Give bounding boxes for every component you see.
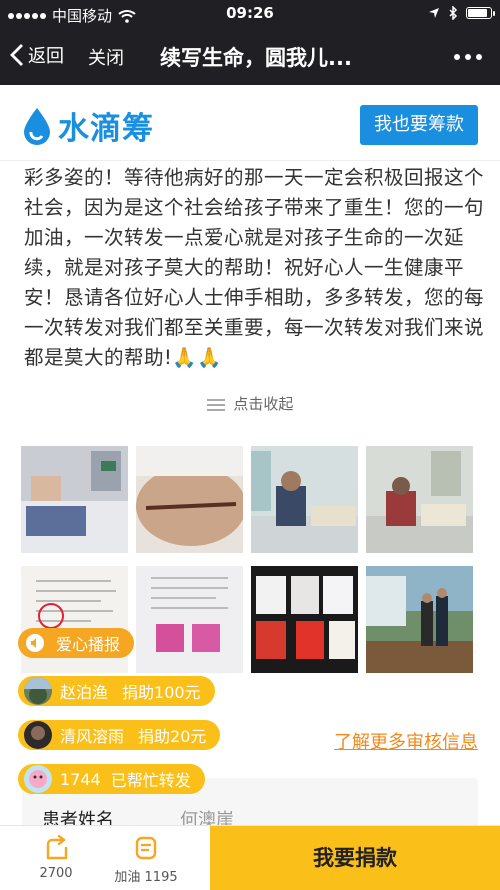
photo-hospital-room-1[interactable] (251, 446, 358, 553)
status-right (428, 6, 495, 20)
cheer-label: 加油 1195 (114, 870, 178, 885)
brand-header: 水滴筹 我也要筹款 (0, 85, 500, 161)
back-label: 返回 (28, 46, 64, 67)
speaker-icon (26, 634, 44, 652)
donor-name: 赵泊渔 (60, 683, 109, 702)
status-bar: 中国移动 09:26 (0, 0, 500, 28)
water-drop-icon (24, 107, 50, 145)
location-icon (429, 8, 439, 18)
photo-patient-bed[interactable] (21, 446, 128, 553)
share-count-badge: 1744 已帮忙转发 (18, 764, 205, 794)
love-broadcast-button[interactable]: 爱心播报 (18, 628, 135, 658)
bottom-bar: 2700 加油 1195 我要捐款 (0, 825, 500, 890)
avatar (24, 765, 52, 793)
status-time: 09:26 (226, 4, 274, 22)
photo-document-2[interactable] (136, 566, 243, 673)
nav-bar: 返回 关闭 续写生命，圆我儿... (0, 28, 500, 85)
close-button[interactable]: 关闭 (88, 44, 124, 70)
donor-name: 清风溶雨 (60, 727, 125, 746)
logo: 水滴筹 (22, 103, 154, 148)
menu-lines-icon (206, 396, 225, 414)
donation-amount: 捐助100元 (122, 683, 201, 702)
donation-amount: 捐助20元 (138, 727, 207, 746)
share-icon (46, 834, 68, 860)
battery-icon (466, 7, 495, 19)
story-text: 彩多姿的！等待他病好的那一天一定会积极回报这个社会，因为是这个社会给孩子带来了重… (24, 166, 485, 369)
collapse-label: 点击收起 (233, 395, 294, 413)
raise-funds-button[interactable]: 我也要筹款 (360, 105, 478, 145)
page-title: 续写生命，圆我儿... (160, 46, 352, 70)
chevron-left-icon (10, 44, 23, 66)
bluetooth-icon (449, 6, 458, 20)
donation-item: 赵泊渔 捐助100元 (18, 676, 215, 706)
photo-hospital-room-2[interactable] (366, 446, 473, 553)
fist-cheer-icon (135, 836, 157, 860)
love-broadcast-label: 爱心播报 (56, 635, 121, 654)
photo-certificates[interactable] (251, 566, 358, 673)
avatar (24, 721, 52, 749)
logo-text: 水滴筹 (58, 111, 154, 147)
photo-surgery-scar[interactable] (136, 446, 243, 553)
cheer-button[interactable]: 加油 1195 (106, 834, 186, 885)
donation-item: 清风溶雨 捐助20元 (18, 720, 221, 750)
share-button[interactable]: 2700 (16, 834, 96, 881)
more-audit-link[interactable]: 了解更多审核信息 (334, 728, 478, 754)
share-label: 已帮忙转发 (110, 771, 191, 790)
share-count: 1744 (60, 769, 101, 789)
more-icon[interactable] (454, 54, 482, 60)
donate-button[interactable]: 我要捐款 (210, 826, 500, 890)
photo-family-waterfall[interactable] (366, 566, 473, 673)
back-button[interactable]: 返回 (10, 42, 64, 68)
share-count-label: 2700 (39, 866, 73, 881)
avatar (24, 677, 52, 705)
collapse-button[interactable]: 点击收起 (0, 393, 500, 414)
